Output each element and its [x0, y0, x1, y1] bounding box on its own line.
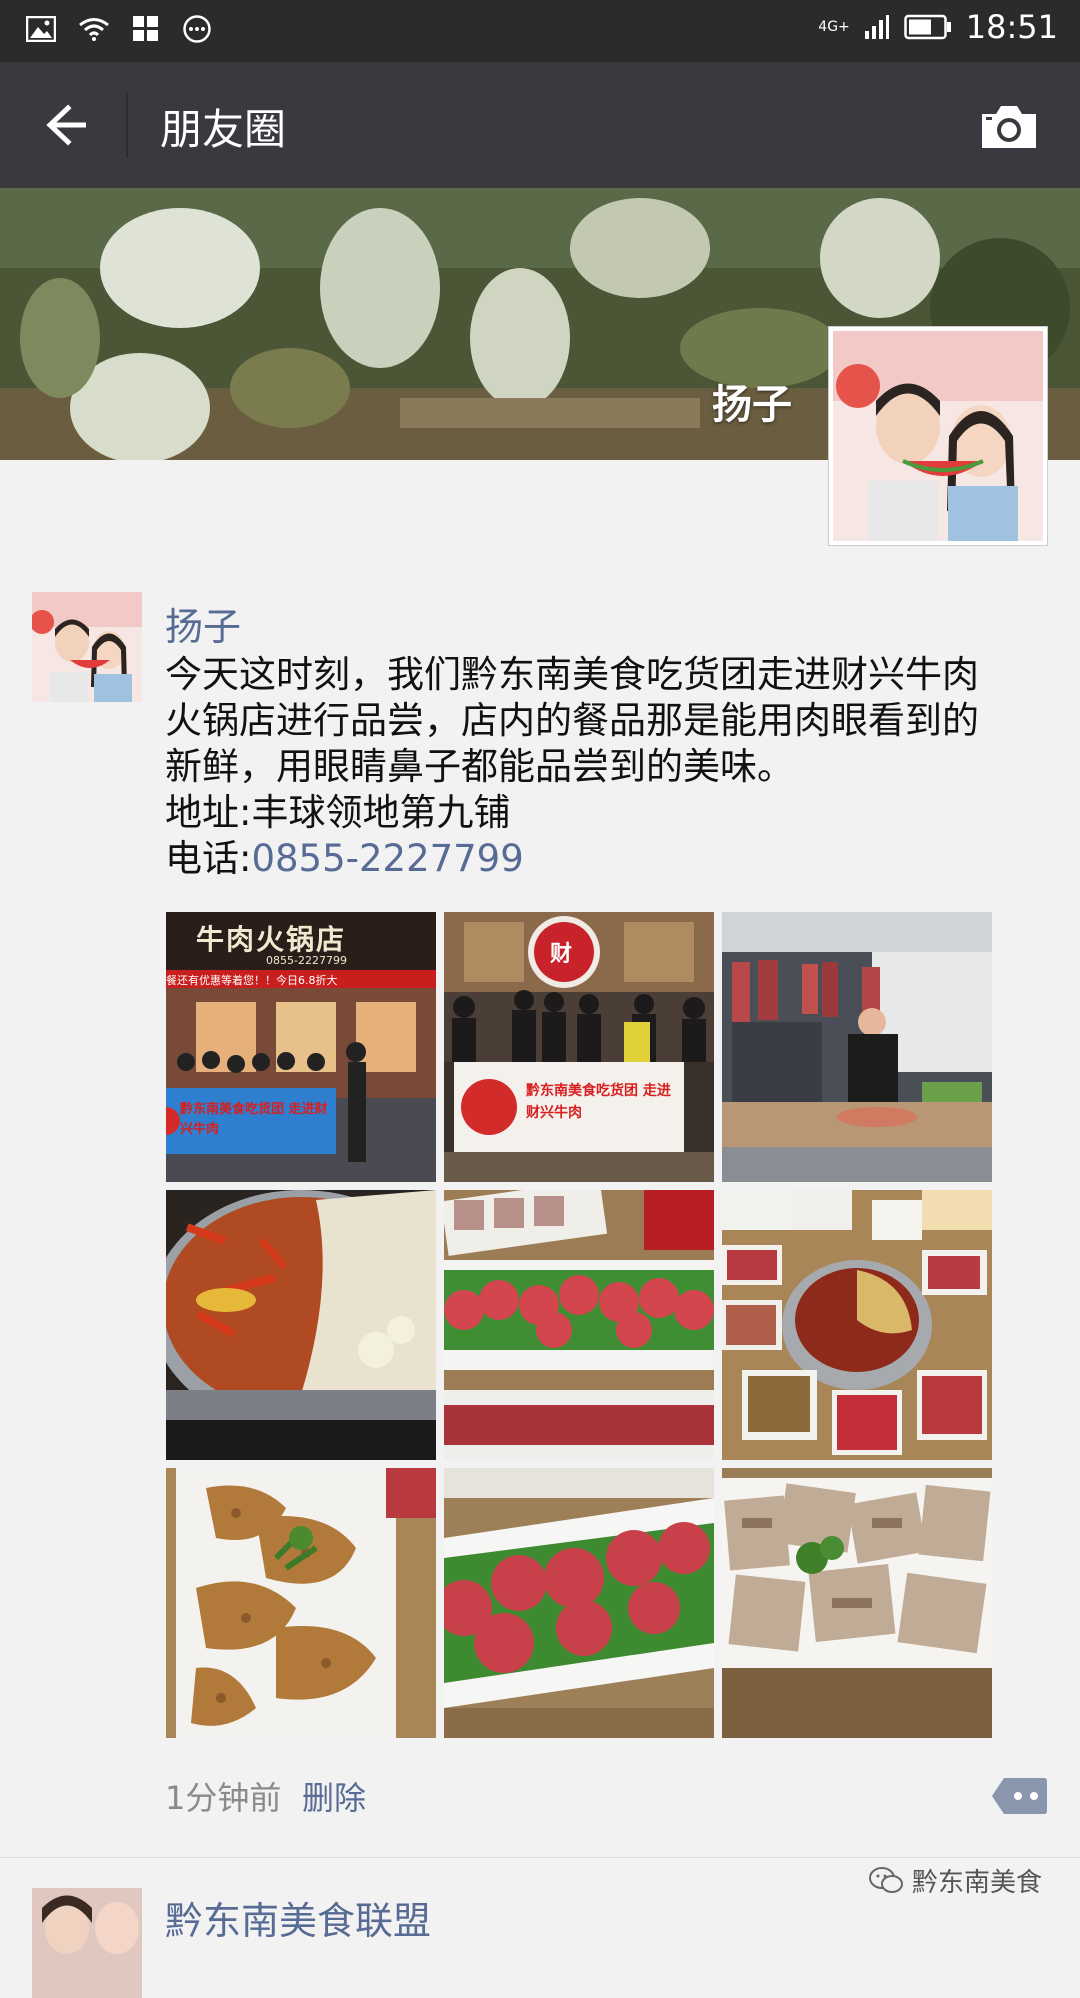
- profile-avatar[interactable]: [828, 326, 1048, 546]
- next-post-avatar[interactable]: [32, 1888, 142, 1998]
- avatar-photo: [833, 331, 1043, 541]
- wifi-icon: [79, 18, 109, 41]
- storefront-flag-text: 黔东南美食吃货团 走进财兴牛肉: [180, 1102, 328, 1137]
- author-avatar-photo: [32, 592, 142, 702]
- meatballs-closeup-image: [444, 1468, 714, 1738]
- post-author-name[interactable]: 扬子: [165, 596, 241, 651]
- storefront-phone: 0855-2227799: [266, 954, 347, 967]
- camera-icon[interactable]: [978, 102, 1040, 150]
- photo-grid: 牛肉火锅店 0855-2227799 餐还有优惠等着您！！今日6.8折大 黔东南…: [166, 912, 992, 1738]
- photo-meatballs-plate[interactable]: [444, 1190, 714, 1460]
- photo-storefront[interactable]: 牛肉火锅店 0855-2227799 餐还有优惠等着您！！今日6.8折大 黔东南…: [166, 912, 436, 1182]
- photo-hotpot[interactable]: [166, 1190, 436, 1460]
- sliced-beef-image: [722, 1468, 992, 1738]
- more-icon: [183, 15, 211, 43]
- butcher-image: [722, 912, 992, 1182]
- post-text-line: 新鲜，用眼睛鼻子都能品尝到的美味。: [165, 745, 794, 788]
- post-text-line: 火锅店进行品尝，店内的餐品那是能用肉眼看到的: [165, 699, 979, 742]
- photo-tripe[interactable]: [166, 1468, 436, 1738]
- wechat-icon: [868, 1866, 903, 1893]
- next-post-author[interactable]: 黔东南美食联盟: [165, 1890, 431, 1945]
- nav-divider: [126, 92, 128, 158]
- page-title: 朋友圈: [160, 105, 287, 154]
- table-spread-image: [722, 1190, 992, 1460]
- phone-label: 电话:: [165, 837, 252, 880]
- clock: 18:51: [965, 8, 1058, 46]
- group-logo: 财: [550, 942, 573, 967]
- tripe-image: [166, 1468, 436, 1738]
- delete-button[interactable]: 删除: [302, 1773, 366, 1819]
- apps-icon: [133, 16, 158, 41]
- status-bar: 4G+ 18:51: [0, 0, 1080, 62]
- next-avatar-photo: [32, 1888, 142, 1998]
- nav-bar: 朋友圈: [0, 62, 1080, 188]
- post-phone-line: 电话:0855-2227799: [165, 836, 1045, 882]
- battery-icon: [904, 14, 951, 40]
- group-flag-text: 黔东南美食吃货团 走进财兴牛肉: [526, 1083, 671, 1121]
- gallery-icon: [26, 16, 56, 42]
- post-text-line: 今天这时刻，我们黔东南美食吃货团走进财兴牛肉: [165, 653, 979, 696]
- post-text-line: 地址:丰球领地第九铺: [165, 791, 511, 834]
- network-type: 4G+: [818, 19, 850, 35]
- post-divider: [0, 1857, 1080, 1858]
- cover-user-name: 扬子: [712, 382, 792, 428]
- group-image: [444, 912, 714, 1182]
- post-content: 今天这时刻，我们黔东南美食吃货团走进财兴牛肉 火锅店进行品尝，店内的餐品那是能用…: [165, 652, 1045, 882]
- post-author-avatar[interactable]: [32, 592, 142, 702]
- photo-meatballs-closeup[interactable]: [444, 1468, 714, 1738]
- post-timestamp: 1分钟前: [165, 1779, 282, 1817]
- signal-icon: [864, 15, 889, 39]
- storefront-sign: 牛肉火锅店: [196, 923, 347, 956]
- watermark-text: 黔东南美食: [911, 1868, 1042, 1898]
- comment-more-icon[interactable]: [990, 1776, 1048, 1816]
- back-arrow-icon[interactable]: [40, 100, 90, 150]
- photo-butcher[interactable]: [722, 912, 992, 1182]
- meatballs-image: [444, 1190, 714, 1460]
- photo-sliced-beef[interactable]: [722, 1468, 992, 1738]
- photo-group-banner[interactable]: 财 黔东南美食吃货团 走进财兴牛肉: [444, 912, 714, 1182]
- phone-link[interactable]: 0855-2227799: [251, 837, 523, 880]
- storefront-banner: 餐还有优惠等着您！！今日6.8折大: [166, 974, 338, 987]
- photo-table-spread[interactable]: [722, 1190, 992, 1460]
- hotpot-image: [166, 1190, 436, 1460]
- account-watermark: 黔东南美食: [863, 1860, 1046, 1901]
